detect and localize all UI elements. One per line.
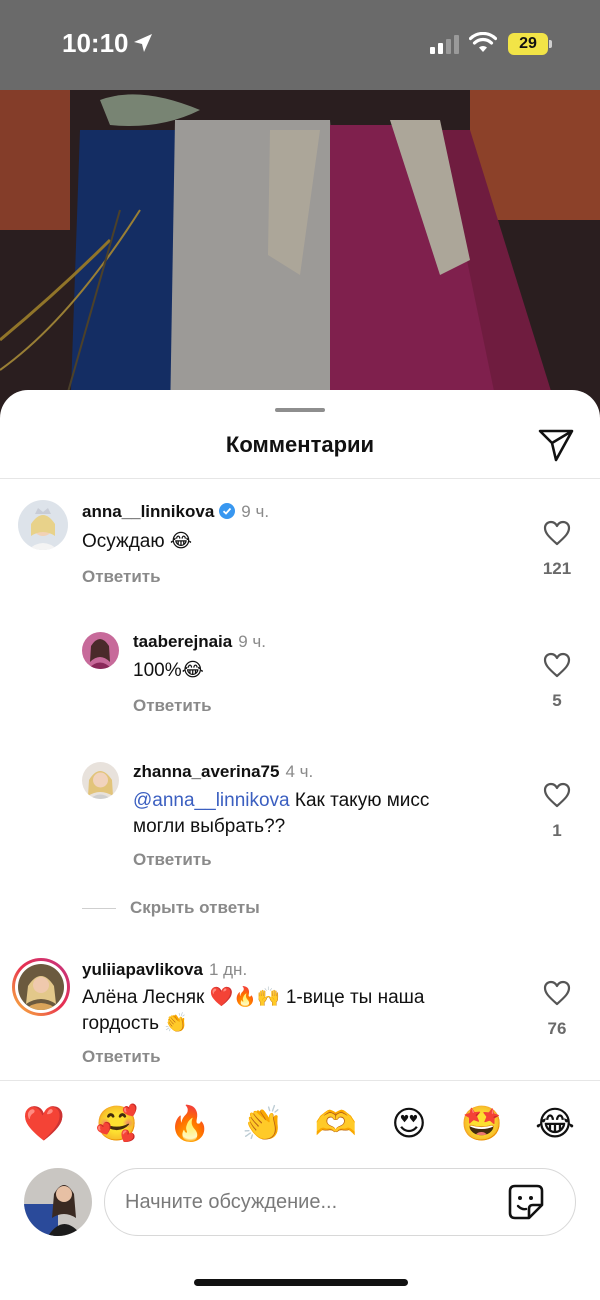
current-user-avatar[interactable] bbox=[24, 1168, 92, 1236]
avatar[interactable] bbox=[82, 632, 119, 669]
comment-time: 4 ч. bbox=[285, 762, 314, 781]
status-bar: 10:10 29 bbox=[0, 0, 600, 90]
emoji-reaction-bar: ❤️ 🥰 🔥 👏 🫶 😍 🤩 😂 bbox=[0, 1102, 600, 1158]
comment-header: taaberejnaia 9 ч. bbox=[133, 632, 266, 652]
like-group: 121 bbox=[537, 520, 577, 579]
like-count: 1 bbox=[552, 821, 562, 840]
comment-time: 9 ч. bbox=[238, 632, 266, 651]
like-group: 76 bbox=[537, 980, 577, 1039]
comment-username[interactable]: yuliiapavlikova bbox=[82, 960, 203, 979]
hide-replies-line bbox=[82, 908, 116, 909]
verified-badge-icon bbox=[219, 503, 236, 519]
like-count: 121 bbox=[542, 559, 572, 578]
comment-text: Осуждаю 😂 bbox=[82, 531, 193, 552]
battery-indicator: 29 bbox=[508, 33, 548, 55]
comment-text: @anna__linnikova Как такую мисс могли вы… bbox=[133, 788, 513, 840]
battery-tip bbox=[549, 40, 552, 48]
heart-outline-icon[interactable] bbox=[543, 980, 571, 1006]
comment-header: yuliiapavlikova 1 дн. bbox=[82, 960, 247, 980]
comments-sheet: Комментарии anna__linnikova 9 ч. Осуждаю … bbox=[0, 390, 600, 1300]
comment-text: 100%😂 bbox=[133, 660, 204, 681]
comment-composer bbox=[104, 1168, 576, 1236]
sheet-title: Комментарии bbox=[225, 432, 375, 457]
avatar-story-ring[interactable] bbox=[12, 958, 70, 1016]
comment-text-line1: Алёна Лесняк ❤️🔥🙌 1-вице ты наша bbox=[82, 987, 425, 1008]
wifi-icon bbox=[469, 32, 497, 52]
location-arrow-icon bbox=[134, 34, 152, 52]
emoji-star-struck[interactable]: 🤩 bbox=[460, 1102, 504, 1146]
comment-text-line2: гордость 👏 bbox=[82, 1013, 188, 1034]
reply-button[interactable]: Ответить bbox=[133, 696, 212, 716]
emoji-divider bbox=[0, 1080, 600, 1081]
comment-username[interactable]: taaberejnaia bbox=[133, 632, 232, 651]
emoji-heart-hands[interactable]: 🫶 bbox=[314, 1102, 358, 1146]
header-divider bbox=[0, 478, 600, 479]
comment-time: 9 ч. bbox=[241, 502, 270, 521]
reply-button[interactable]: Ответить bbox=[82, 567, 161, 587]
like-count: 76 bbox=[547, 1019, 567, 1038]
comment-time: 1 дн. bbox=[208, 960, 248, 979]
post-photo bbox=[0, 90, 600, 420]
home-indicator[interactable] bbox=[194, 1279, 408, 1286]
comment-username[interactable]: zhanna_averina75 bbox=[133, 762, 279, 781]
comment-text-line2: могли выбрать?? bbox=[133, 816, 286, 837]
like-group: 5 bbox=[537, 652, 577, 711]
emoji-heart[interactable]: ❤️ bbox=[22, 1102, 66, 1146]
emoji-clap[interactable]: 👏 bbox=[241, 1102, 285, 1146]
comment-header: anna__linnikova 9 ч. bbox=[82, 502, 269, 522]
comment-text: Алёна Лесняк ❤️🔥🙌 1-вице ты наша гордост… bbox=[82, 985, 522, 1037]
like-count: 5 bbox=[552, 691, 562, 710]
sheet-grabber[interactable] bbox=[275, 408, 325, 412]
heart-outline-icon[interactable] bbox=[543, 520, 571, 546]
emoji-heart-eyes[interactable]: 😍 bbox=[387, 1102, 431, 1146]
mention-link[interactable]: @anna__linnikova bbox=[133, 790, 290, 811]
emoji-fire[interactable]: 🔥 bbox=[168, 1102, 212, 1146]
heart-outline-icon[interactable] bbox=[543, 782, 571, 808]
paper-plane-icon[interactable] bbox=[538, 428, 574, 462]
avatar[interactable] bbox=[82, 762, 119, 799]
avatar bbox=[18, 964, 64, 1010]
heart-outline-icon[interactable] bbox=[543, 652, 571, 678]
hide-replies-label: Скрыть ответы bbox=[130, 898, 260, 917]
comment-header: zhanna_averina75 4 ч. bbox=[133, 762, 313, 782]
emoji-laughing[interactable]: 😂 bbox=[533, 1102, 577, 1146]
comment-text-line1: Как такую мисс bbox=[289, 790, 430, 811]
comment-username[interactable]: anna__linnikova bbox=[82, 502, 214, 521]
sticker-icon[interactable] bbox=[507, 1183, 545, 1221]
avatar[interactable] bbox=[18, 500, 68, 550]
cellular-signal-icon bbox=[430, 35, 459, 54]
battery-level: 29 bbox=[519, 35, 537, 52]
reply-button[interactable]: Ответить bbox=[82, 1047, 161, 1067]
comment-input[interactable] bbox=[125, 1169, 495, 1235]
reply-button[interactable]: Ответить bbox=[133, 850, 212, 870]
status-time: 10:10 bbox=[62, 28, 129, 58]
like-group: 1 bbox=[537, 782, 577, 841]
emoji-smiling-hearts[interactable]: 🥰 bbox=[95, 1102, 139, 1146]
avatar-ring-gap bbox=[15, 961, 67, 1013]
